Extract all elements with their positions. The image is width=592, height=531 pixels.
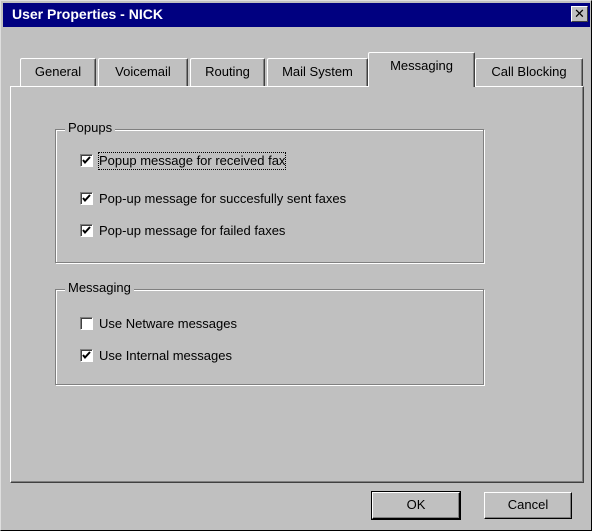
checkbox-label: Pop-up message for succesfully sent faxe… <box>99 191 347 206</box>
checkbox-label: Popup message for received fax <box>97 152 287 170</box>
properties-dialog: User Properties - NICK ✕ General Voicema… <box>0 0 592 531</box>
check-icon <box>82 156 91 165</box>
tab-messaging[interactable]: Messaging <box>368 52 475 87</box>
tab-call-blocking[interactable]: Call Blocking <box>475 58 583 86</box>
checkbox-box[interactable] <box>80 224 93 237</box>
check-icon <box>82 226 91 235</box>
checkbox-label: Pop-up message for failed faxes <box>99 223 286 238</box>
popups-group-label: Popups <box>65 120 116 135</box>
tab-label: Call Blocking <box>491 64 567 79</box>
checkbox-label: Use Internal messages <box>99 348 232 363</box>
popups-group: Popups Popup message for received fax Po… <box>55 120 484 263</box>
cancel-button[interactable]: Cancel <box>484 492 572 519</box>
tab-label: Messaging <box>390 58 453 73</box>
window-title: User Properties - NICK <box>12 6 163 22</box>
close-button[interactable]: ✕ <box>571 6 588 22</box>
checkbox-box[interactable] <box>80 349 93 362</box>
messaging-group-label: Messaging <box>65 280 134 295</box>
tab-routing[interactable]: Routing <box>190 58 265 86</box>
check-icon <box>82 194 91 203</box>
tab-label: Mail System <box>282 64 353 79</box>
tab-label: Routing <box>205 64 250 79</box>
messaging-group: Messaging Use Netware messages Use Inter… <box>55 280 484 385</box>
title-bar[interactable]: User Properties - NICK ✕ <box>3 3 590 27</box>
tab-label: Voicemail <box>115 64 171 79</box>
checkbox-box[interactable] <box>80 154 93 167</box>
tab-mail-system[interactable]: Mail System <box>267 58 368 86</box>
tab-voicemail[interactable]: Voicemail <box>98 58 188 86</box>
checkbox-box[interactable] <box>80 192 93 205</box>
checkbox-label: Use Netware messages <box>99 316 237 331</box>
tab-general[interactable]: General <box>20 58 96 86</box>
close-icon: ✕ <box>574 6 585 21</box>
ok-button[interactable]: OK <box>371 491 461 520</box>
check-icon <box>82 351 91 360</box>
checkbox-box[interactable] <box>80 317 93 330</box>
tab-label: General <box>34 64 82 79</box>
